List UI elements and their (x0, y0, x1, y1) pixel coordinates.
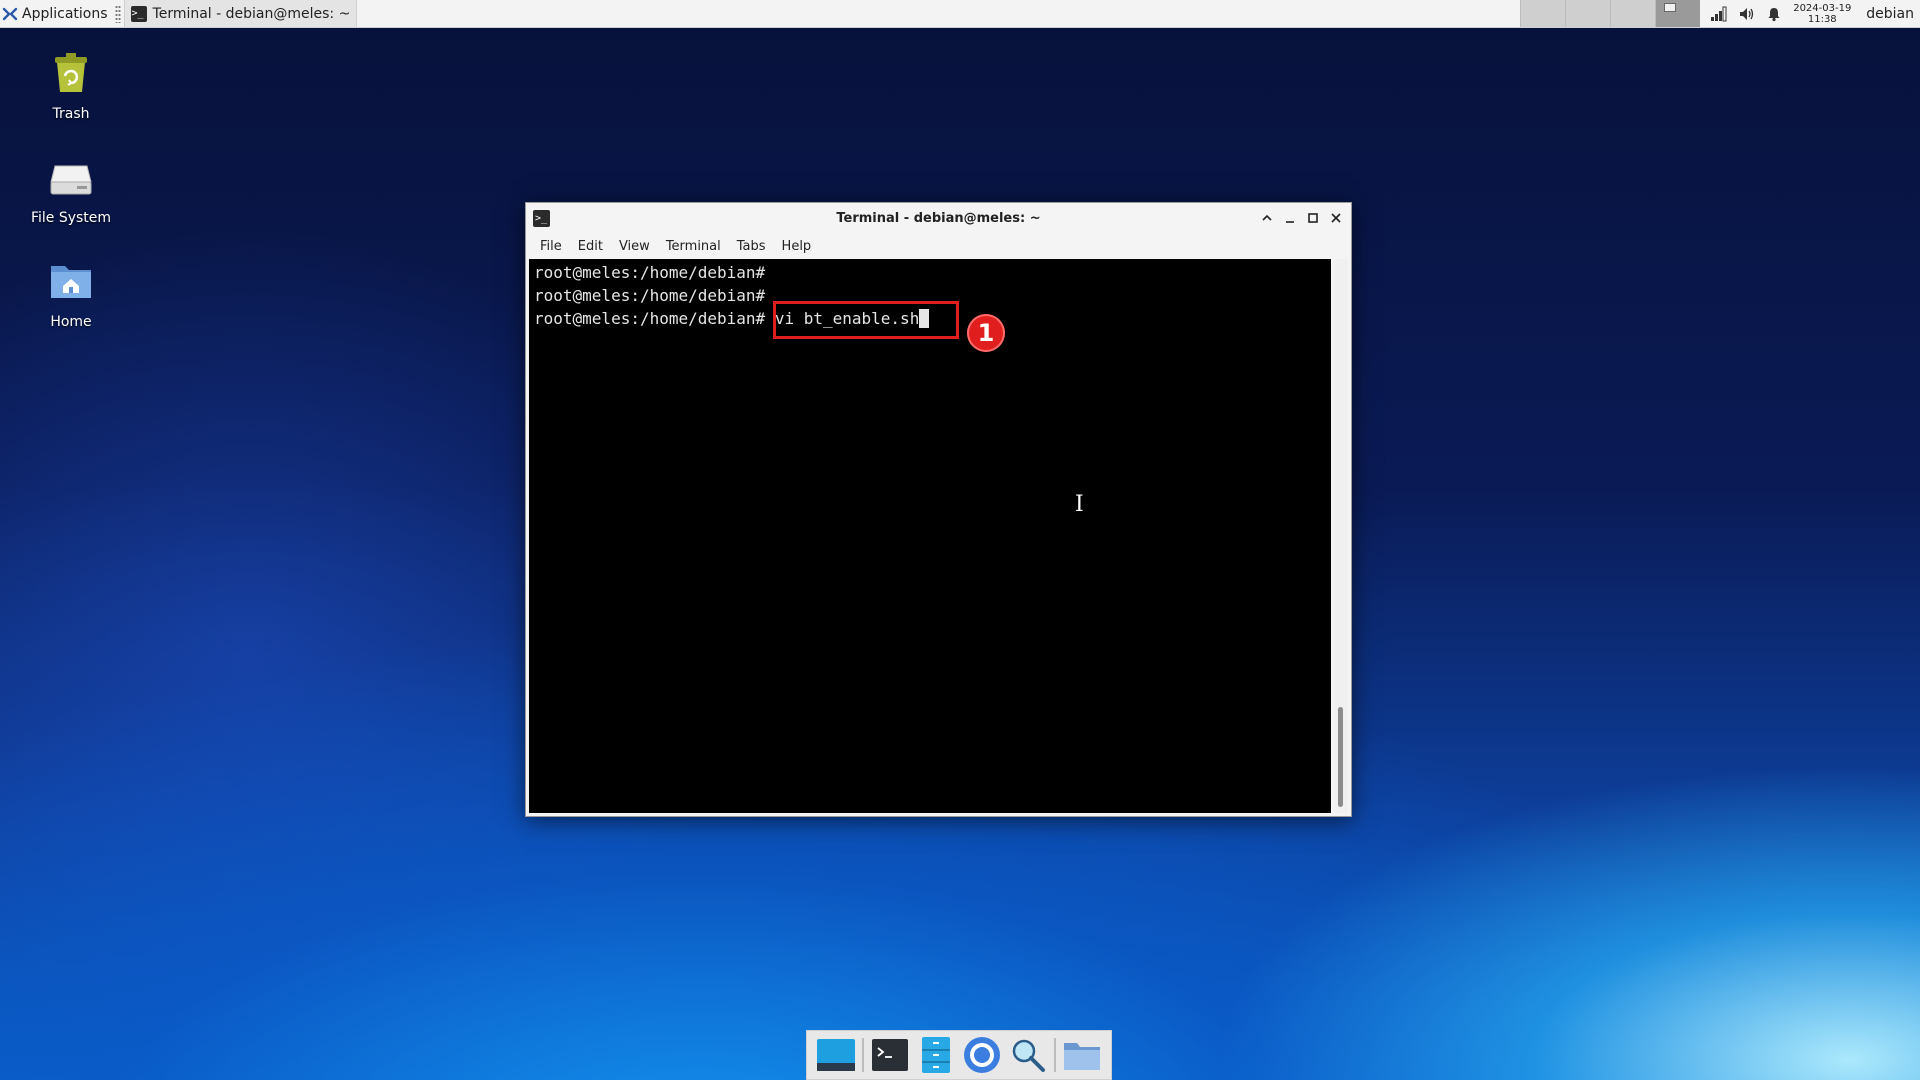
workspace-4[interactable] (1655, 0, 1701, 27)
desktop-icon-label: File System (30, 210, 112, 226)
dock-folder[interactable] (1062, 1035, 1102, 1075)
dock-separator (1054, 1038, 1056, 1072)
window-menubar: File Edit View Terminal Tabs Help (526, 233, 1351, 259)
command-highlight-box (773, 301, 959, 339)
close-button[interactable] (1327, 209, 1345, 227)
terminal-icon (872, 1039, 908, 1071)
shade-button[interactable] (1258, 209, 1276, 227)
terminal-scrollbar[interactable] (1334, 259, 1348, 813)
menu-edit[interactable]: Edit (570, 239, 611, 254)
notification-bell-icon[interactable] (1766, 6, 1782, 22)
applications-menu[interactable]: Applications (0, 0, 112, 27)
workspace-3[interactable] (1610, 0, 1656, 27)
user-menu[interactable]: debian (1862, 6, 1920, 22)
scrollbar-thumb[interactable] (1338, 707, 1343, 807)
dock-show-desktop[interactable] (816, 1035, 856, 1075)
step-number-badge: 1 (967, 314, 1005, 352)
desktop-icon-home[interactable]: Home (11, 256, 131, 330)
chevron-up-icon (1262, 214, 1272, 221)
workspace-1[interactable] (1520, 0, 1566, 27)
desktop-icon-file-system[interactable]: File System (11, 152, 131, 226)
window-title: Terminal - debian@meles: ~ (836, 210, 1041, 226)
web-browser-icon (964, 1037, 1000, 1073)
workspace-2[interactable] (1565, 0, 1611, 27)
minimize-button[interactable] (1281, 209, 1299, 227)
dock (806, 1030, 1112, 1080)
trash-icon (55, 53, 87, 92)
xfce-logo-icon (2, 7, 18, 20)
maximize-button[interactable] (1304, 209, 1322, 227)
terminal-output[interactable]: root@meles:/home/debian# root@meles:/home… (529, 259, 1331, 813)
home-folder-icon (51, 266, 91, 298)
terminal-window[interactable]: >_ Terminal - debian@meles: ~ File Edit … (525, 202, 1352, 817)
window-titlebar[interactable]: >_ Terminal - debian@meles: ~ (526, 203, 1351, 233)
network-signal-icon[interactable] (1710, 6, 1728, 22)
file-manager-icon (922, 1037, 950, 1073)
menu-view[interactable]: View (611, 239, 658, 254)
menu-help[interactable]: Help (774, 239, 820, 254)
dock-app-finder[interactable] (1008, 1035, 1048, 1075)
terminal-prompt: root@meles:/home/debian# (534, 309, 766, 328)
menu-terminal[interactable]: Terminal (658, 239, 729, 254)
close-icon (1331, 213, 1341, 223)
clock-time: 11:38 (1807, 13, 1837, 25)
menu-file[interactable]: File (532, 239, 570, 254)
drive-icon (50, 165, 92, 195)
show-desktop-icon (817, 1039, 855, 1071)
dock-separator (862, 1038, 864, 1072)
window-controls (1258, 203, 1345, 233)
mouse-ibeam-cursor: I (1075, 492, 1084, 517)
app-finder-icon (1012, 1039, 1045, 1072)
taskbar-terminal-title: Terminal - debian@meles: ~ (152, 5, 351, 22)
system-tray: 2024-03-19 11:38 (1700, 0, 1862, 27)
clock[interactable]: 2024-03-19 11:38 (1792, 3, 1852, 25)
terminal-line: root@meles:/home/debian# (534, 263, 766, 282)
applications-label: Applications (22, 5, 108, 22)
dock-file-manager[interactable] (916, 1035, 956, 1075)
top-panel: Applications >_ Terminal - debian@meles:… (0, 0, 1920, 28)
menu-tabs[interactable]: Tabs (729, 239, 774, 254)
maximize-icon (1308, 213, 1318, 223)
terminal-icon: >_ (130, 5, 147, 22)
clock-date: 2024-03-19 (1793, 2, 1852, 14)
dock-terminal[interactable] (870, 1035, 910, 1075)
workspace-window-preview (1664, 3, 1677, 12)
desktop-icon-label: Trash (52, 106, 90, 122)
panel-separator (114, 4, 121, 23)
workspace-switcher (1520, 0, 1701, 27)
folder-icon (1064, 1043, 1100, 1070)
minimize-icon (1286, 221, 1294, 223)
desktop-icon-label: Home (50, 314, 92, 330)
taskbar-terminal-button[interactable]: >_ Terminal - debian@meles: ~ (123, 0, 358, 27)
volume-icon[interactable] (1738, 6, 1756, 22)
terminal-app-icon: >_ (533, 209, 550, 227)
desktop-icon-trash[interactable]: Trash (11, 48, 131, 122)
dock-web-browser[interactable] (962, 1035, 1002, 1075)
